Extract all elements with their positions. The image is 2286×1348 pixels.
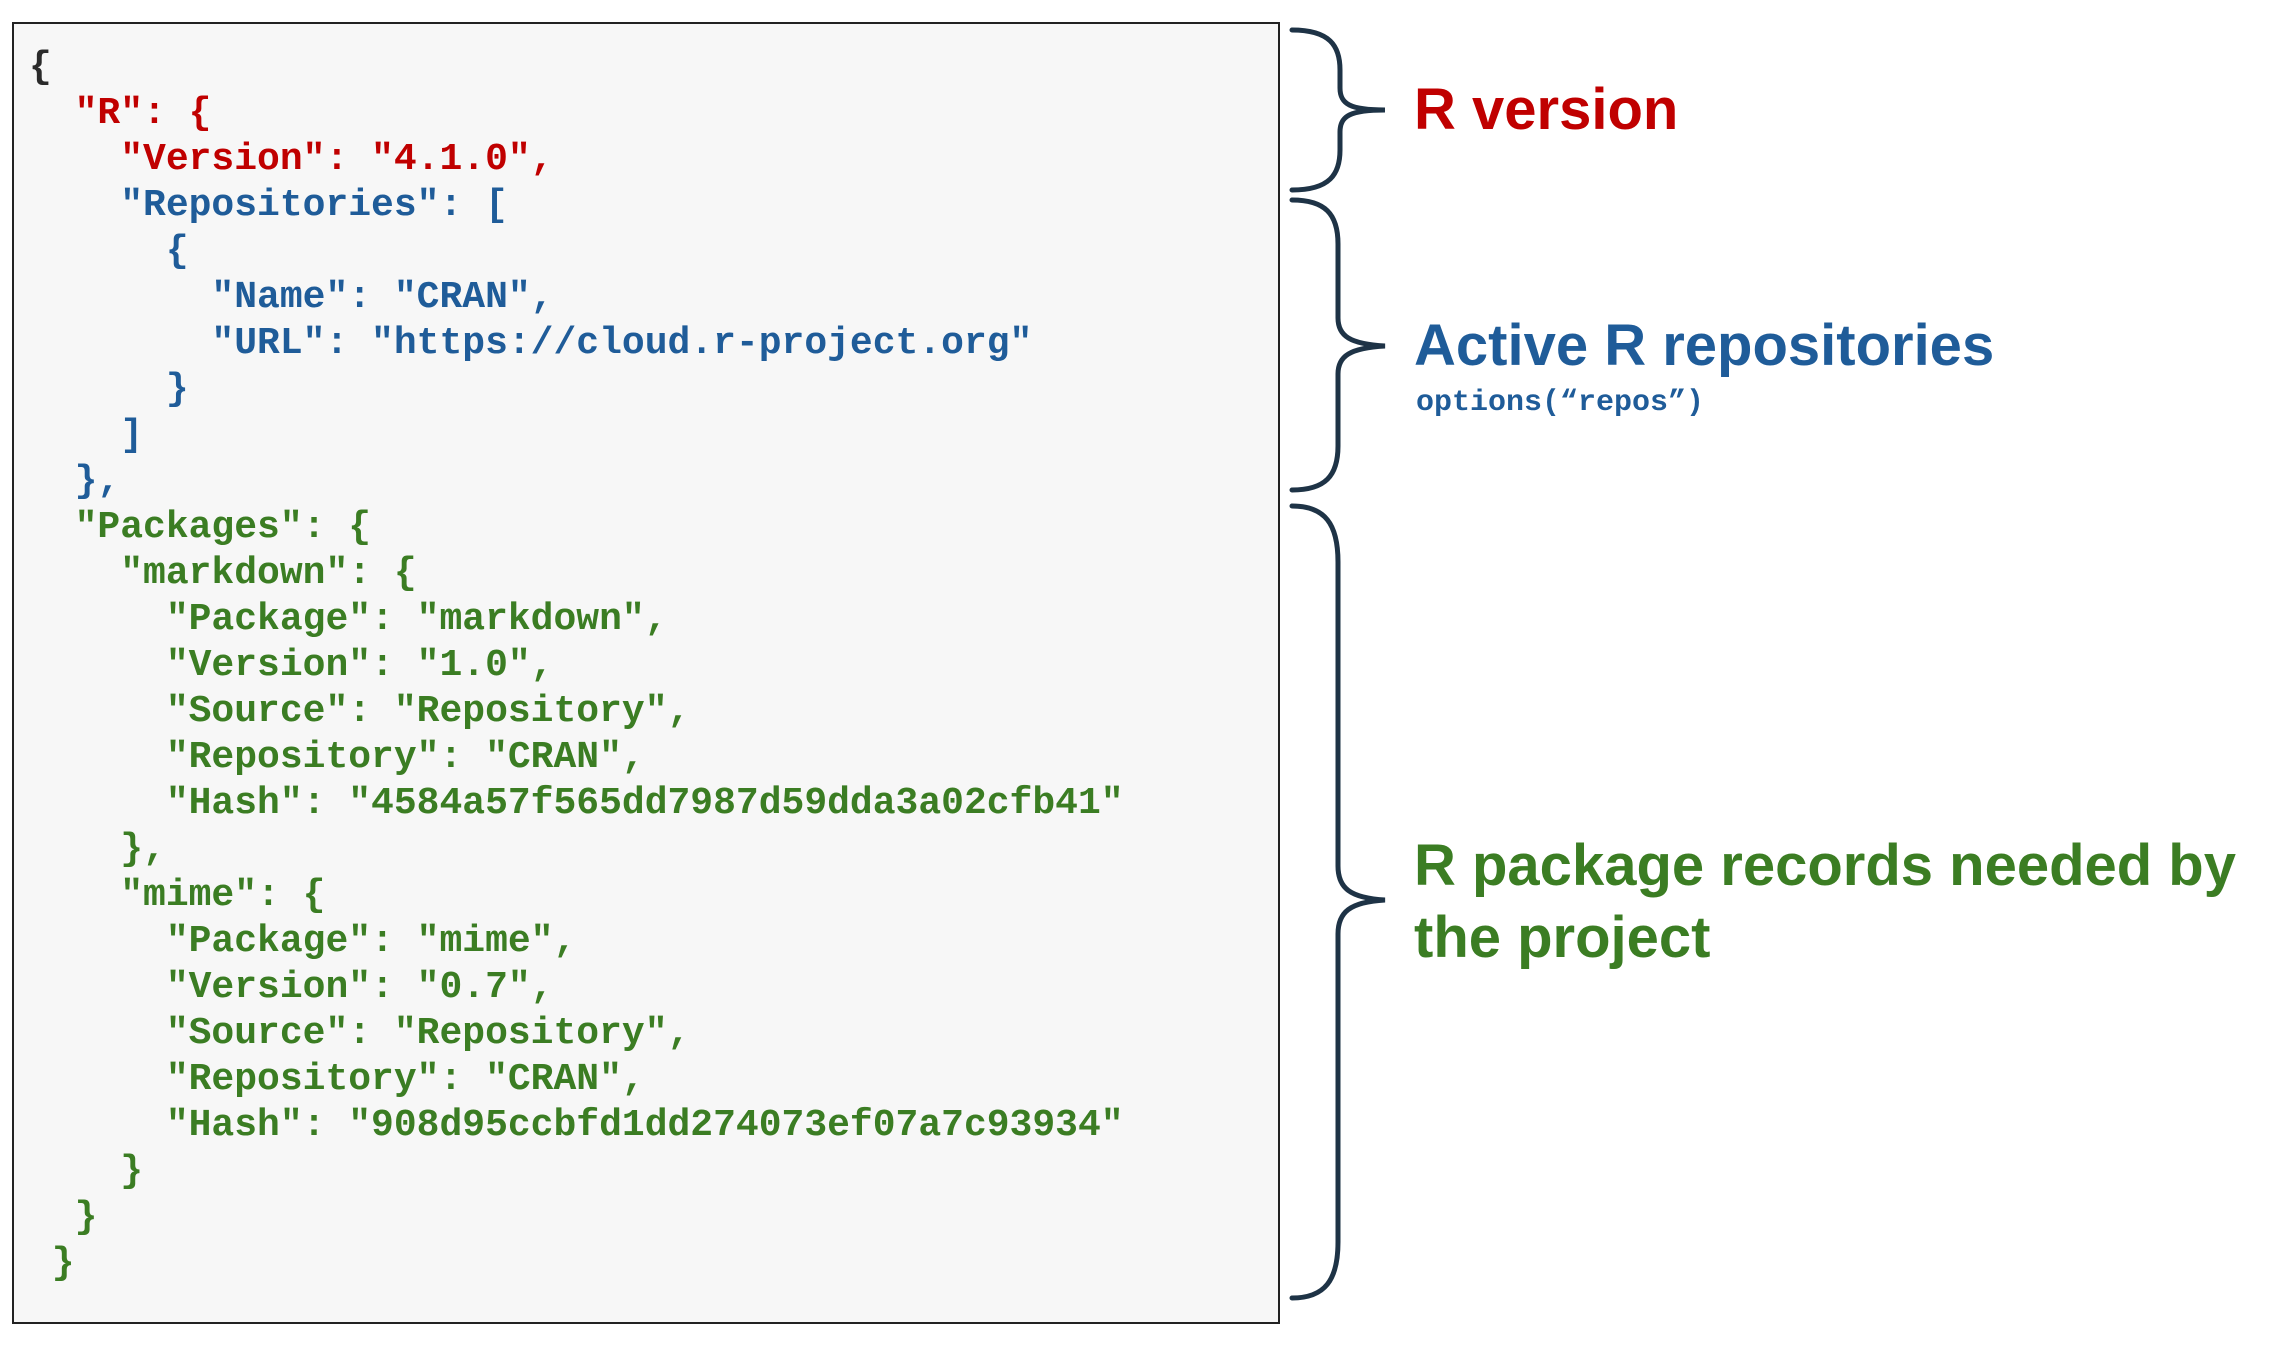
annotation-packages-line1: R package records needed by <box>1414 833 2236 898</box>
annotation-packages-line2: the project <box>1414 905 1711 970</box>
annotation-repositories-code: options(“repos”) <box>1416 386 1705 420</box>
brace-group <box>1289 27 1386 1301</box>
annotation-repositories: Active R repositories <box>1414 313 1995 378</box>
brace-packages <box>1289 503 1386 1301</box>
annotation-r-version: R version <box>1414 77 1679 142</box>
brace-r-version <box>1289 27 1386 193</box>
brace-repositories <box>1289 197 1386 493</box>
